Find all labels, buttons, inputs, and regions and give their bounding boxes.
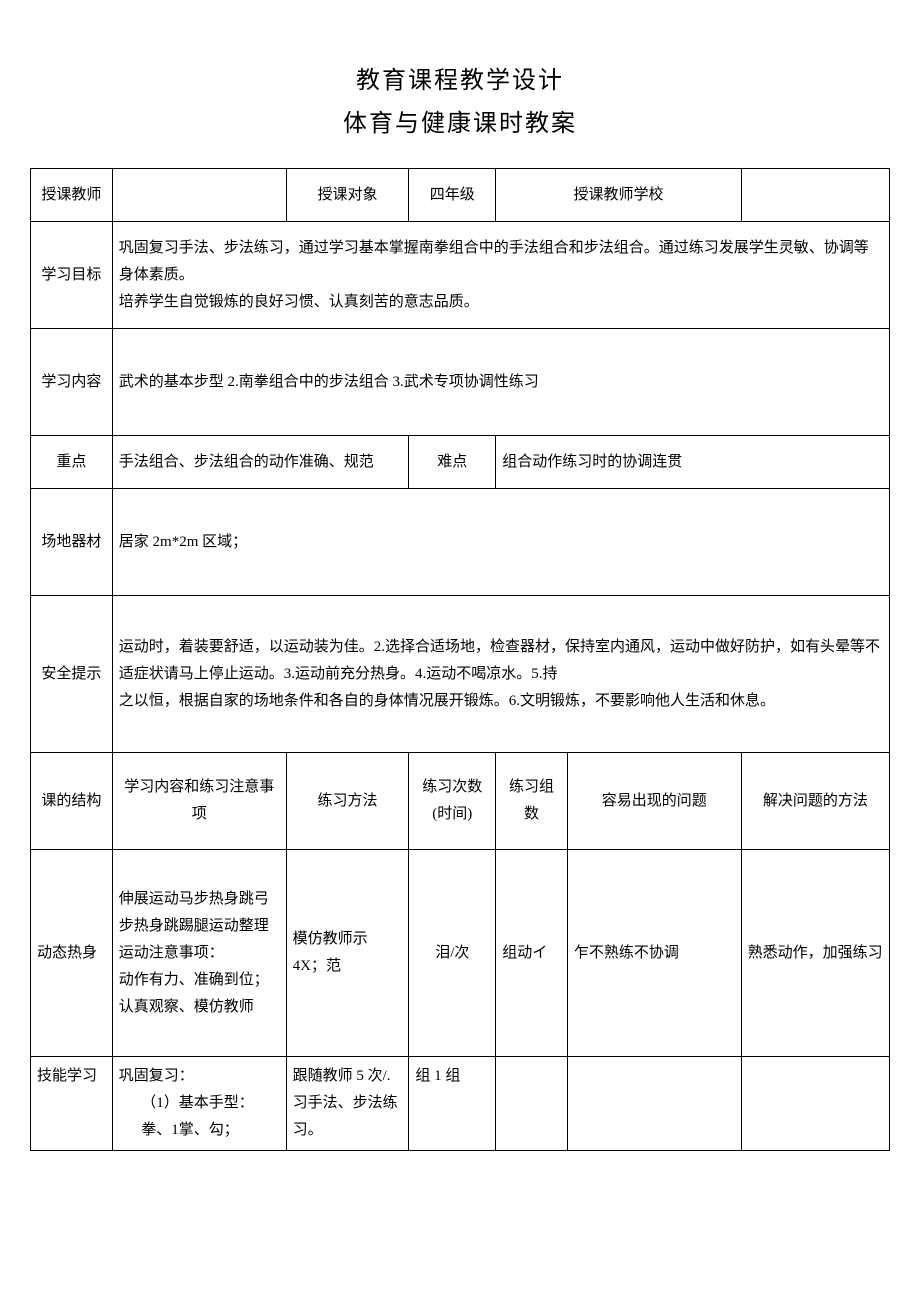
- col-reps: 练习次数(时间): [409, 753, 496, 850]
- school-value: [741, 169, 889, 222]
- skill-reps: 组 1 组: [409, 1057, 496, 1151]
- audience-value: 四年级: [409, 169, 496, 222]
- skill-content-a: 巩固复习：: [119, 1068, 194, 1084]
- warmup-sets: 组动イ: [496, 850, 568, 1057]
- teacher-label: 授课教师: [31, 169, 113, 222]
- skill-content: 巩固复习： （1）基本手型：拳、1掌、勾；: [112, 1057, 286, 1151]
- col-sets: 练习组数: [496, 753, 568, 850]
- skill-method: 跟随教师 5 次/.习手法、步法练习。: [286, 1057, 409, 1151]
- skill-content-b: （1）基本手型：拳、1掌、勾；: [119, 1090, 280, 1144]
- skill-problems: [567, 1057, 741, 1151]
- col-method: 练习方法: [286, 753, 409, 850]
- lesson-plan-table: 授课教师 授课对象 四年级 授课教师学校 学习目标 巩固复习手法、步法练习，通过…: [30, 168, 890, 1151]
- safety-line2: 之以恒，根据自家的场地条件和各自的身体情况展开锻炼。6.文明锻炼，不要影响他人生…: [119, 688, 883, 715]
- col-structure: 课的结构: [31, 753, 113, 850]
- page-title-sub: 体育与健康课时教案: [30, 103, 890, 138]
- skill-structure: 技能学习: [31, 1057, 113, 1151]
- school-label: 授课教师学校: [496, 169, 741, 222]
- content-label: 学习内容: [31, 329, 113, 436]
- skill-solutions: [741, 1057, 889, 1151]
- teacher-value: [112, 169, 286, 222]
- safety-label: 安全提示: [31, 596, 113, 753]
- warmup-method: 模仿教师示 4X；范: [286, 850, 409, 1057]
- warmup-problems: 乍不熟练不协调: [567, 850, 741, 1057]
- key-text: 手法组合、步法组合的动作准确、规范: [112, 436, 409, 489]
- content-text: 武术的基本步型 2.南拳组合中的步法组合 3.武术专项协调性练习: [112, 329, 889, 436]
- warmup-structure: 动态热身: [31, 850, 113, 1057]
- venue-text: 居家 2m*2m 区域；: [112, 489, 889, 596]
- warmup-content: 伸展运动马步热身跳弓步热身跳踢腿运动整理运动注意事项： 动作有力、准确到位；认真…: [112, 850, 286, 1057]
- goals-line1: 巩固复习手法、步法练习，通过学习基本掌握南拳组合中的手法组合和步法组合。通过练习…: [119, 235, 883, 289]
- warmup-solutions: 熟悉动作，加强练习: [741, 850, 889, 1057]
- col-solutions: 解决问题的方法: [741, 753, 889, 850]
- safety-text: 运动时，着装要舒适，以运动装为佳。2.选择合适场地，检查器材，保持室内通风，运动…: [112, 596, 889, 753]
- goals-line2: 培养学生自觉锻炼的良好习惯、认真刻苦的意志品质。: [119, 289, 883, 316]
- diff-label: 难点: [409, 436, 496, 489]
- warmup-reps: 泪/次: [409, 850, 496, 1057]
- safety-line1: 运动时，着装要舒适，以运动装为佳。2.选择合适场地，检查器材，保持室内通风，运动…: [119, 634, 883, 688]
- diff-text: 组合动作练习时的协调连贯: [496, 436, 890, 489]
- goals-text: 巩固复习手法、步法练习，通过学习基本掌握南拳组合中的手法组合和步法组合。通过练习…: [112, 222, 889, 329]
- skill-sets: [496, 1057, 568, 1151]
- audience-label: 授课对象: [286, 169, 409, 222]
- page-title-main: 教育课程教学设计: [30, 60, 890, 95]
- col-content: 学习内容和练习注意事项: [112, 753, 286, 850]
- venue-label: 场地器材: [31, 489, 113, 596]
- key-label: 重点: [31, 436, 113, 489]
- goals-label: 学习目标: [31, 222, 113, 329]
- col-problems: 容易出现的问题: [567, 753, 741, 850]
